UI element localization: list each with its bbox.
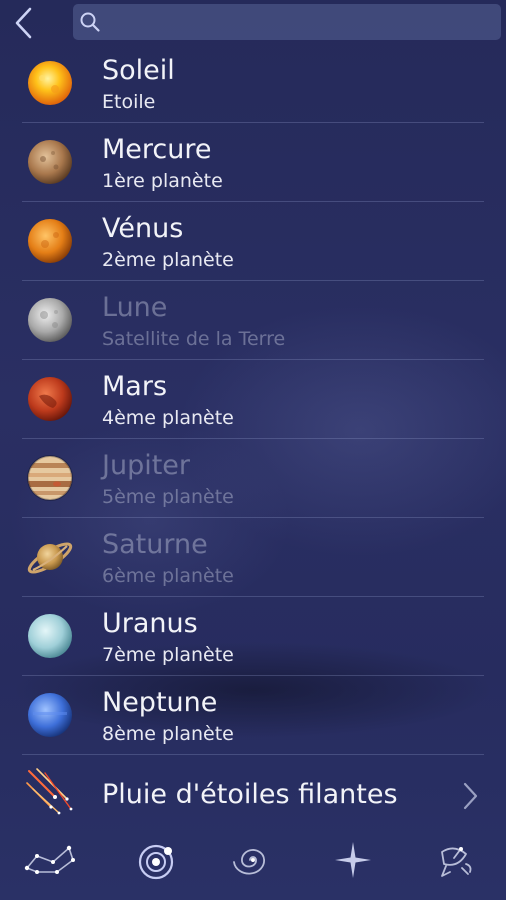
back-button[interactable] — [8, 4, 42, 42]
item-name: Lune — [102, 292, 168, 323]
star-icon — [335, 842, 371, 878]
item-subtitle: Satellite de la Terre — [102, 328, 286, 350]
item-name: Mercure — [102, 134, 212, 165]
item-subtitle: Etoile — [102, 91, 156, 113]
list-item-mars[interactable]: Mars 4ème planète — [22, 360, 484, 439]
item-subtitle: 4ème planète — [102, 407, 234, 429]
meteor-shower-icon — [26, 768, 73, 815]
tab-constellations[interactable] — [23, 838, 77, 882]
mars-icon — [28, 377, 72, 421]
tab-solar-system[interactable] — [131, 838, 185, 882]
item-name: Jupiter — [102, 450, 191, 481]
item-subtitle: 2ème planète — [102, 249, 234, 271]
uranus-icon — [28, 614, 72, 658]
sun-icon — [28, 61, 72, 105]
item-subtitle: 6ème planète — [102, 565, 234, 587]
item-name: Mars — [102, 371, 168, 402]
solar-system-icon — [138, 844, 174, 880]
list-item-mercure[interactable]: Mercure 1ère planète — [22, 123, 484, 202]
list-item-jupiter[interactable]: Jupiter 5ème planète — [22, 439, 484, 518]
constellation-icon — [24, 845, 75, 874]
list-item-meteor-shower[interactable]: Pluie d'étoiles filantes — [22, 755, 484, 837]
list-item-soleil[interactable]: Soleil Etoile — [22, 44, 484, 123]
satellite-icon — [441, 847, 472, 877]
chevron-right-icon — [463, 782, 478, 810]
item-name: Vénus — [102, 213, 184, 244]
item-subtitle: 7ème planète — [102, 644, 234, 666]
bottom-tab-bar — [0, 828, 506, 900]
saturn-icon — [27, 542, 73, 574]
search-bar[interactable] — [73, 4, 501, 42]
list-item-venus[interactable]: Vénus 2ème planète — [22, 202, 484, 281]
celestial-object-list: Soleil Etoile Mercure 1ère planète Vénus… — [0, 44, 506, 837]
list-item-saturne[interactable]: Saturne 6ème planète — [22, 518, 484, 597]
neptune-icon — [28, 693, 72, 737]
search-input[interactable] — [109, 4, 495, 42]
item-subtitle: 5ème planète — [102, 486, 234, 508]
back-arrow-icon — [15, 7, 32, 39]
search-icon — [80, 12, 100, 32]
moon-icon — [28, 298, 72, 342]
tab-deep-sky[interactable] — [226, 838, 280, 882]
tab-satellites[interactable] — [428, 838, 482, 882]
galaxy-icon — [233, 849, 265, 875]
tab-stars[interactable] — [326, 838, 380, 882]
list-item-lune[interactable]: Lune Satellite de la Terre — [22, 281, 484, 360]
list-item-neptune[interactable]: Neptune 8ème planète — [22, 676, 484, 755]
item-name: Pluie d'étoiles filantes — [102, 779, 398, 810]
venus-icon — [28, 219, 72, 263]
item-name: Uranus — [102, 608, 198, 639]
jupiter-icon — [27, 455, 73, 501]
list-item-uranus[interactable]: Uranus 7ème planète — [22, 597, 484, 676]
item-name: Neptune — [102, 687, 218, 718]
top-bar — [0, 0, 506, 46]
item-name: Soleil — [102, 55, 175, 86]
item-name: Saturne — [102, 529, 208, 560]
item-subtitle: 8ème planète — [102, 723, 234, 745]
item-subtitle: 1ère planète — [102, 170, 223, 192]
mercury-icon — [28, 140, 72, 184]
